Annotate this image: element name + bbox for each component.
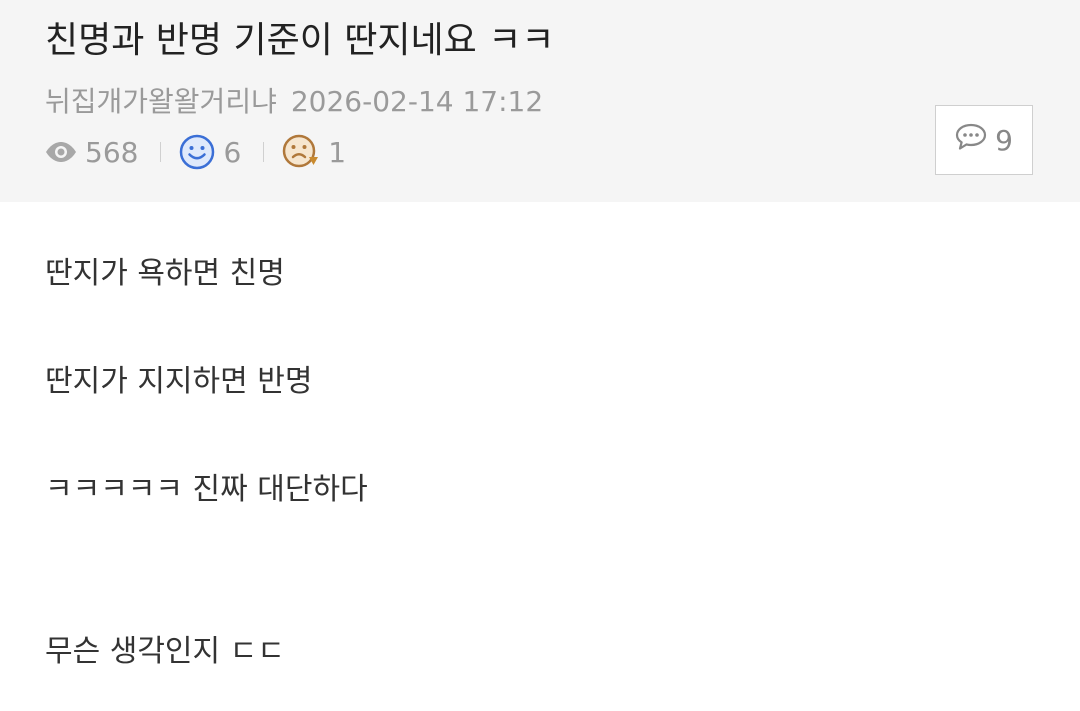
post-meta: 뉘집개가왈왈거리냐 2026-02-14 17:12: [45, 84, 543, 120]
eye-icon: [45, 141, 77, 163]
stat-divider: [160, 142, 162, 162]
view-count: 568: [45, 136, 138, 169]
post-datetime: 2026-02-14 17:12: [290, 85, 544, 118]
post-header: 친명과 반명 기준이 딴지네요 ㅋㅋ 뉘집개가왈왈거리냐 2026-02-14 1…: [0, 0, 1080, 202]
like-count: 6: [223, 135, 242, 169]
stat-divider: [263, 142, 265, 162]
content-line: 무슨 생각인지 ㄷㄷ: [45, 634, 285, 669]
like-button[interactable]: 6: [179, 134, 241, 170]
comment-count: 9: [995, 123, 1013, 157]
dislike-count: 1: [328, 135, 347, 169]
smile-icon: [179, 134, 215, 170]
view-count-value: 568: [85, 135, 139, 169]
post-stats: 568 6 1: [45, 133, 346, 171]
speech-bubble-icon: [955, 123, 987, 158]
frown-icon: [282, 134, 320, 170]
post-title: 친명과 반명 기준이 딴지네요 ㅋㅋ: [45, 20, 555, 61]
content-line: 딴지가 욕하면 친명: [45, 256, 285, 291]
content-line: 딴지가 지지하면 반명: [45, 364, 313, 399]
dislike-button[interactable]: 1: [282, 134, 346, 170]
content-line: ㅋㅋㅋㅋㅋ 진짜 대단하다: [45, 472, 368, 507]
author-name[interactable]: 뉘집개가왈왈거리냐: [45, 85, 277, 118]
comment-count-button[interactable]: 9: [935, 105, 1033, 175]
